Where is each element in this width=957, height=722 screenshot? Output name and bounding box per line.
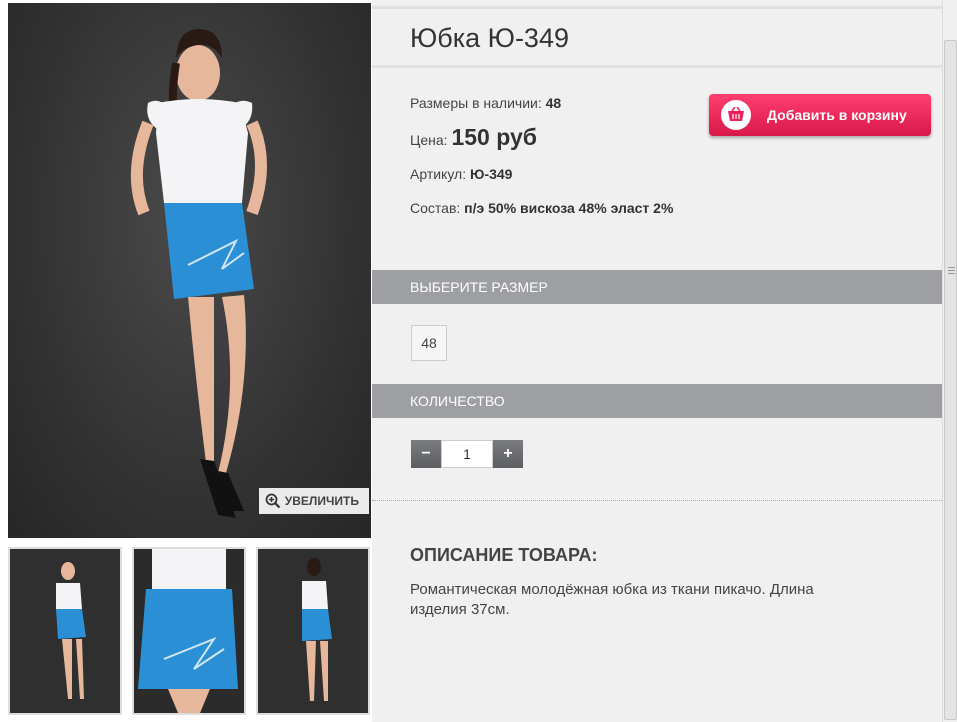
composition-value: п/э 50% вискоза 48% эласт 2% xyxy=(464,200,674,216)
composition-row: Состав: п/э 50% вискоза 48% эласт 2% xyxy=(410,199,710,217)
vertical-scrollbar[interactable] xyxy=(942,0,957,722)
title-bar: Юбка Ю-349 xyxy=(372,6,942,68)
add-to-cart-button[interactable]: Добавить в корзину xyxy=(709,94,931,136)
article-row: Артикул: Ю-349 xyxy=(410,165,710,183)
article-value: Ю-349 xyxy=(469,166,513,182)
sizes-value: 48 xyxy=(545,95,562,111)
add-to-cart-label: Добавить в корзину xyxy=(767,107,907,123)
sizes-row: Размеры в наличии: 48 xyxy=(410,94,710,112)
scrollbar-thumb[interactable] xyxy=(944,40,957,720)
increment-button[interactable]: + xyxy=(493,440,523,468)
thumbnail-back[interactable] xyxy=(256,547,370,715)
thumbnail-skirt-closeup[interactable] xyxy=(132,547,246,715)
article-label: Артикул: xyxy=(410,166,467,182)
product-info: Размеры в наличии: 48 Цена: 150 руб Арти… xyxy=(410,94,710,233)
price-value: 150 руб xyxy=(451,124,537,150)
basket-icon xyxy=(721,100,751,130)
decrement-button[interactable]: − xyxy=(411,440,441,468)
quantity-section-heading: КОЛИЧЕСТВО xyxy=(372,384,942,418)
product-title: Юбка Ю-349 xyxy=(410,23,569,53)
thumbnail-back-image xyxy=(302,558,332,701)
divider xyxy=(372,500,942,501)
description-heading: ОПИСАНИЕ ТОВАРА: xyxy=(410,545,598,565)
size-option-48[interactable]: 48 xyxy=(411,325,447,361)
product-gallery: УВЕЛИЧИТЬ xyxy=(0,0,372,722)
main-product-photo[interactable]: УВЕЛИЧИТЬ xyxy=(8,3,371,538)
composition-label: Состав: xyxy=(410,200,461,216)
product-details-panel: Юбка Ю-349 Размеры в наличии: 48 Цена: 1… xyxy=(372,0,942,722)
thumbnail-closeup-image xyxy=(138,549,238,713)
thumbnail-front[interactable] xyxy=(8,547,122,715)
quantity-stepper: − + xyxy=(411,440,523,468)
thumbnail-strip xyxy=(8,547,370,715)
description-text: Романтическая молодёжная юбка из ткани п… xyxy=(410,581,814,618)
thumbnail-front-image xyxy=(56,562,86,699)
scrollbar-grip-icon xyxy=(948,267,955,275)
size-section-heading: ВЫБЕРИТЕ РАЗМЕР xyxy=(372,270,942,304)
sizes-label: Размеры в наличии: xyxy=(410,95,542,111)
zoom-button[interactable]: УВЕЛИЧИТЬ xyxy=(258,488,369,514)
price-row: Цена: 150 руб xyxy=(410,126,710,149)
model-figure xyxy=(130,28,267,518)
quantity-input[interactable] xyxy=(441,440,493,468)
zoom-label: УВЕЛИЧИТЬ xyxy=(284,494,359,508)
magnifier-plus-icon xyxy=(265,493,281,509)
price-label: Цена: xyxy=(410,132,448,148)
